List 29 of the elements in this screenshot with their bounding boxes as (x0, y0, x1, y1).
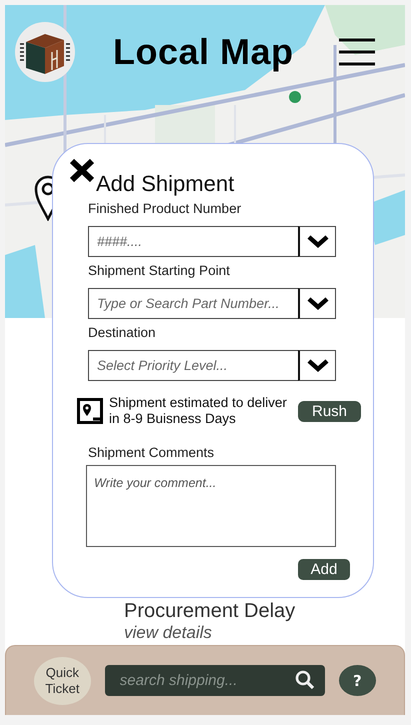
close-icon[interactable] (68, 157, 96, 184)
map-pin-icon (77, 398, 103, 424)
dropdown-field[interactable]: Select Priority Level... (88, 350, 298, 381)
dropdown-field[interactable]: Type or Search Part Number... (88, 288, 298, 319)
comment-field[interactable]: Write your comment... (86, 465, 336, 548)
help-button[interactable]: ? (338, 665, 376, 696)
logo-icon (15, 22, 75, 82)
item-title: Procurement Delay (124, 600, 296, 623)
view-details-link[interactable]: view details (124, 623, 212, 643)
rush-button[interactable]: Rush (298, 400, 361, 422)
chevron-down-icon (306, 297, 328, 310)
dropdown-field[interactable]: ####.... (88, 226, 298, 257)
chevron-down-icon (306, 359, 328, 372)
modal-title: Add Shipment (96, 171, 236, 197)
dropdown-button[interactable] (298, 226, 336, 257)
quick-ticket-button[interactable]: Quick Ticket (34, 656, 91, 704)
search-icon[interactable] (294, 670, 315, 690)
field-label: Finished Product Number (88, 201, 242, 217)
menu-icon[interactable] (339, 38, 375, 66)
field-label: Shipment Starting Point (88, 263, 231, 279)
dropdown-button[interactable] (298, 350, 336, 381)
search-field[interactable]: search shipping... (104, 665, 325, 696)
field-label: Shipment Comments (88, 445, 216, 462)
dropdown-button[interactable] (298, 288, 336, 319)
delivery-estimate: Shipment estimated to deliver in 8-9 Buisness Days (109, 395, 288, 428)
page-title: Local Map (113, 31, 295, 73)
add-button[interactable]: Add (298, 559, 350, 580)
field-label: Destination (88, 325, 157, 341)
chevron-down-icon (306, 235, 328, 248)
